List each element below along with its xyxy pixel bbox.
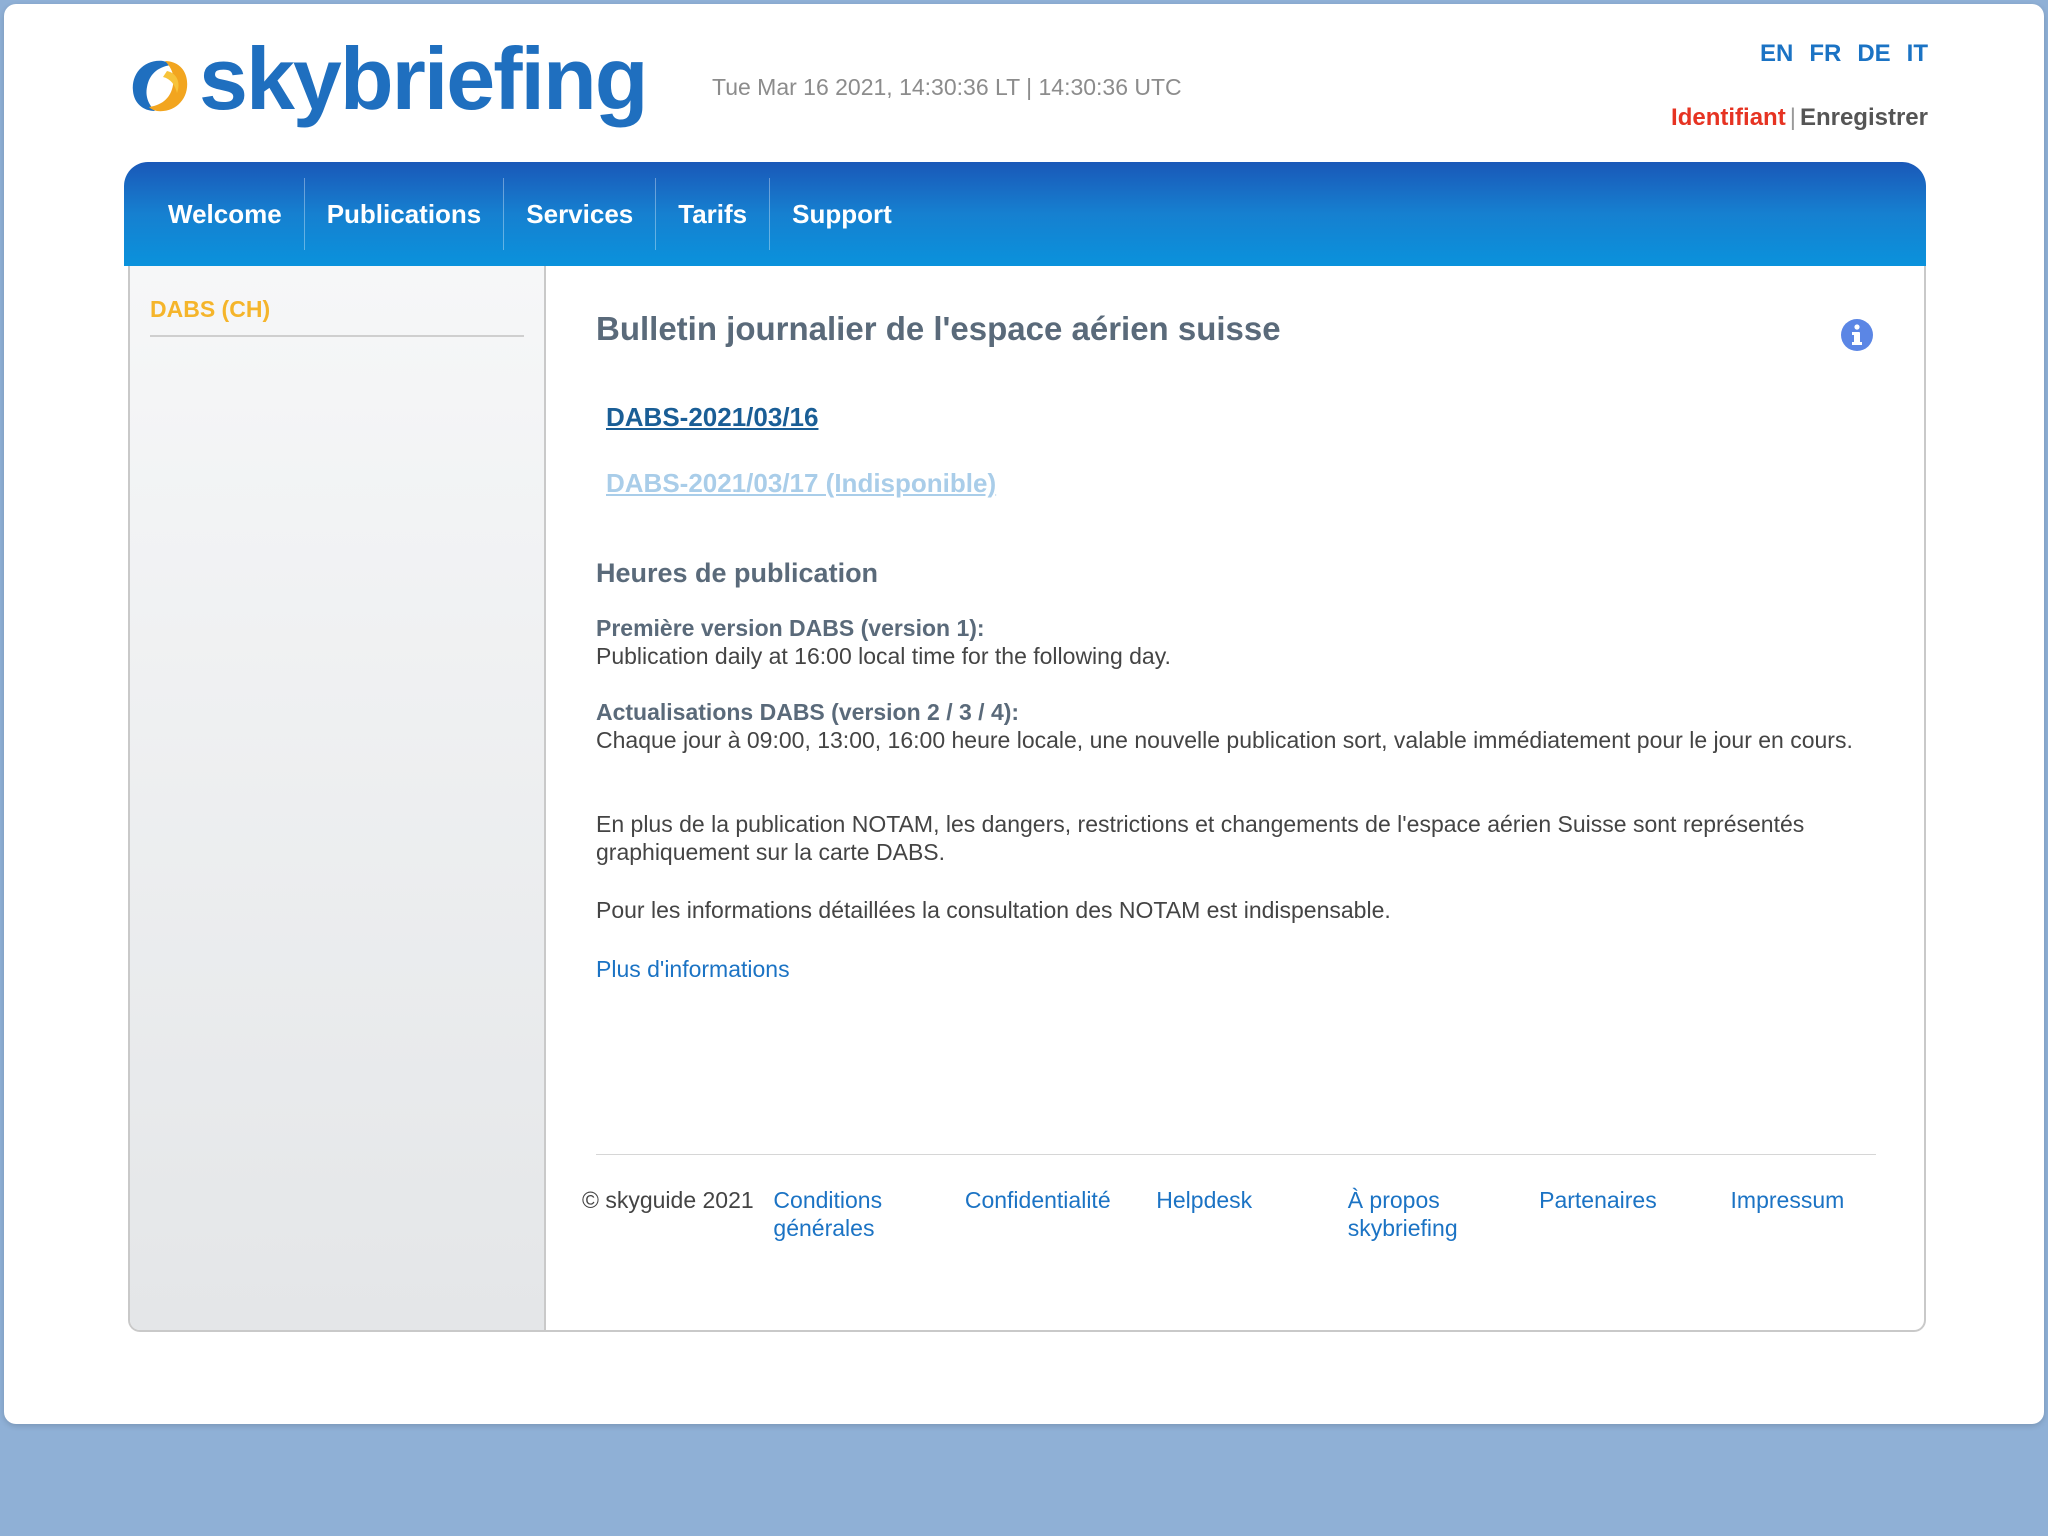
footer-link-impressum[interactable]: Impressum bbox=[1731, 1186, 1922, 1242]
footer-link-conditions[interactable]: Conditions générales bbox=[773, 1186, 964, 1242]
login-link[interactable]: Identifiant bbox=[1671, 104, 1786, 131]
nav-tarifs[interactable]: Tarifs bbox=[656, 178, 771, 250]
auth-links: Identifiant | Enregistrer bbox=[1671, 104, 1928, 132]
footer: © skyguide 2021 Conditions générales Con… bbox=[582, 1186, 1922, 1242]
info-icon[interactable] bbox=[1840, 318, 1874, 352]
footer-link-privacy[interactable]: Confidentialité bbox=[965, 1186, 1156, 1242]
register-link[interactable]: Enregistrer bbox=[1800, 104, 1928, 131]
updates-heading: Actualisations DABS (version 2 / 3 / 4): bbox=[596, 699, 1020, 725]
footer-link-helpdesk[interactable]: Helpdesk bbox=[1156, 1186, 1347, 1242]
section-title: Heures de publication bbox=[596, 558, 879, 588]
footer-divider bbox=[596, 1154, 1876, 1155]
dabs-link-current[interactable]: DABS-2021/03/16 bbox=[606, 402, 818, 433]
more-info-link[interactable]: Plus d'informations bbox=[596, 956, 790, 983]
detail-paragraph: Pour les informations détaillées la cons… bbox=[596, 897, 1391, 923]
nav-support[interactable]: Support bbox=[770, 178, 914, 250]
lang-it[interactable]: IT bbox=[1907, 40, 1928, 68]
updates-block: Actualisations DABS (version 2 / 3 / 4):… bbox=[596, 698, 1876, 754]
logo-text: skybriefing bbox=[199, 29, 648, 128]
page: skybriefing Tue Mar 16 2021, 14:30:36 LT… bbox=[4, 4, 2044, 1424]
main-content: Bulletin journalier de l'espace aérien s… bbox=[546, 266, 1924, 1330]
notam-paragraph: En plus de la publication NOTAM, les dan… bbox=[596, 811, 1805, 865]
main-nav: Welcome Publications Services Tarifs Sup… bbox=[124, 162, 1926, 266]
lang-en[interactable]: EN bbox=[1760, 40, 1793, 68]
dabs-link-unavailable: DABS-2021/03/17 (Indisponible) bbox=[606, 468, 997, 498]
lang-fr[interactable]: FR bbox=[1809, 40, 1841, 68]
skybriefing-logo[interactable]: skybriefing bbox=[127, 29, 648, 138]
nav-publications[interactable]: Publications bbox=[305, 178, 505, 250]
footer-link-about[interactable]: À propos skybriefing bbox=[1348, 1186, 1539, 1242]
first-version-heading: Première version DABS (version 1): bbox=[596, 615, 985, 641]
first-version-block: Première version DABS (version 1): Publi… bbox=[596, 614, 1876, 670]
sidebar: DABS (CH) bbox=[130, 266, 546, 1330]
auth-separator: | bbox=[1789, 104, 1796, 131]
first-version-text: Publication daily at 16:00 local time fo… bbox=[596, 643, 1171, 669]
nav-welcome[interactable]: Welcome bbox=[146, 178, 305, 250]
content-frame: DABS (CH) Bulletin journalier de l'espac… bbox=[128, 266, 1926, 1332]
footer-copyright: © skyguide 2021 bbox=[582, 1187, 754, 1213]
language-selector: EN FR DE IT bbox=[1760, 40, 1928, 68]
logo-swirl-icon bbox=[132, 60, 188, 112]
sidebar-item-dabs-ch[interactable]: DABS (CH) bbox=[150, 296, 524, 337]
lang-de[interactable]: DE bbox=[1857, 40, 1890, 68]
updates-text: Chaque jour à 09:00, 13:00, 16:00 heure … bbox=[596, 727, 1853, 753]
current-datetime: Tue Mar 16 2021, 14:30:36 LT | 14:30:36 … bbox=[712, 74, 1182, 100]
nav-services[interactable]: Services bbox=[504, 178, 657, 250]
page-title: Bulletin journalier de l'espace aérien s… bbox=[596, 310, 1281, 347]
footer-link-partners[interactable]: Partenaires bbox=[1539, 1186, 1730, 1242]
